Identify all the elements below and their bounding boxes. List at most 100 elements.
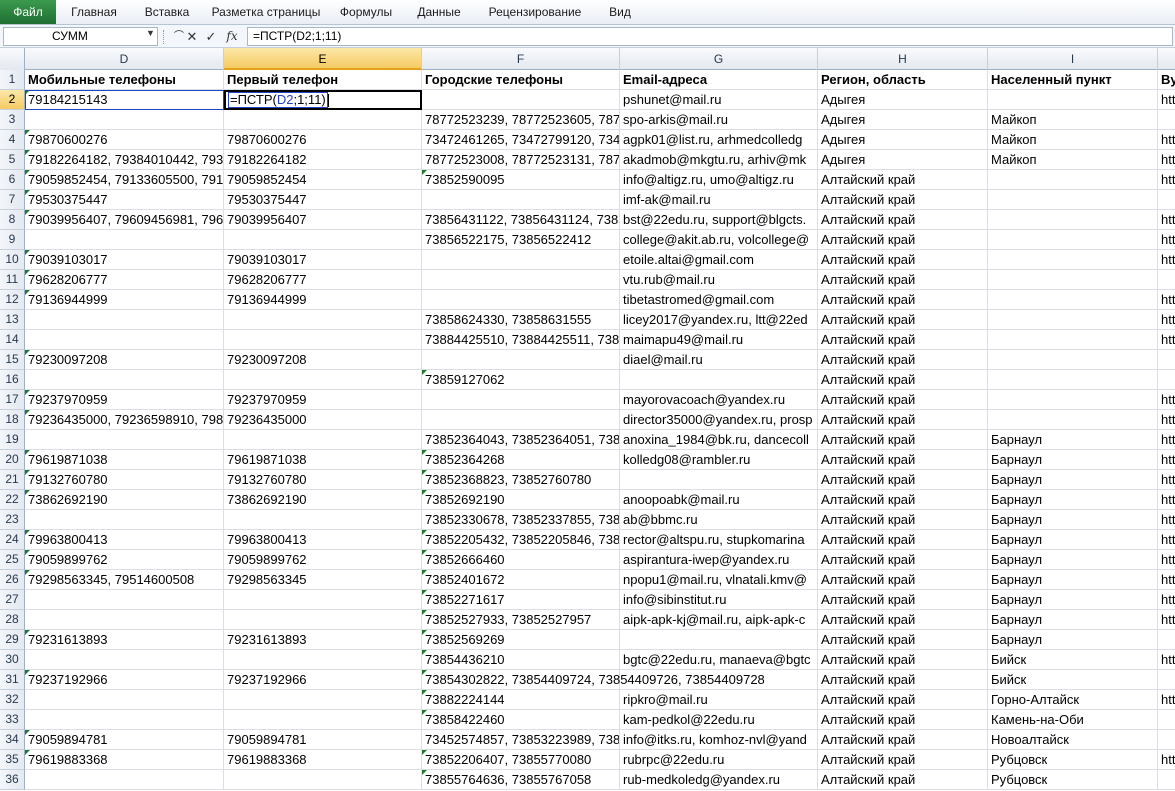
cell-g30[interactable]: bgtc@22edu.ru, manaeva@bgtc bbox=[620, 650, 818, 670]
cell-d27[interactable] bbox=[25, 590, 224, 610]
cell-j35[interactable]: htt bbox=[1158, 750, 1175, 770]
cell-d32[interactable] bbox=[25, 690, 224, 710]
cell-j5[interactable]: htt bbox=[1158, 150, 1175, 170]
tab-ribbon-2[interactable]: Вставка bbox=[132, 0, 202, 24]
cell-d33[interactable] bbox=[25, 710, 224, 730]
cell-i7[interactable] bbox=[988, 190, 1158, 210]
cell-g34[interactable]: info@itks.ru, komhoz-nvl@yand bbox=[620, 730, 818, 750]
row-header[interactable]: 31 bbox=[0, 670, 25, 690]
cell-h4[interactable]: Адыгея bbox=[818, 130, 988, 150]
cell-g25[interactable]: aspirantura-iwep@yandex.ru bbox=[620, 550, 818, 570]
cell-e21[interactable]: 79132760780 bbox=[224, 470, 422, 490]
cell-g19[interactable]: anoxina_1984@bk.ru, dancecoll bbox=[620, 430, 818, 450]
cell-i22[interactable]: Барнаул bbox=[988, 490, 1158, 510]
cell-j24[interactable]: htt bbox=[1158, 530, 1175, 550]
row-header[interactable]: 21 bbox=[0, 470, 25, 490]
cell-h6[interactable]: Алтайский край bbox=[818, 170, 988, 190]
column-header-i[interactable]: I bbox=[988, 48, 1158, 70]
cell-h22[interactable]: Алтайский край bbox=[818, 490, 988, 510]
cell-d7[interactable]: 79530375447 bbox=[25, 190, 224, 210]
cell-f19[interactable]: 73852364043, 73852364051, 7385 bbox=[422, 430, 620, 450]
cell-g27[interactable]: info@sibinstitut.ru bbox=[620, 590, 818, 610]
cell-d4[interactable]: 79870600276 bbox=[25, 130, 224, 150]
cell-f3[interactable]: 78772523239, 78772523605, 7877 bbox=[422, 110, 620, 130]
cell-i18[interactable] bbox=[988, 410, 1158, 430]
cell-e5[interactable]: 79182264182 bbox=[224, 150, 422, 170]
cell-g2[interactable]: pshunet@mail.ru bbox=[620, 90, 818, 110]
cell-i35[interactable]: Рубцовск bbox=[988, 750, 1158, 770]
cell-h16[interactable]: Алтайский край bbox=[818, 370, 988, 390]
cell-h3[interactable]: Адыгея bbox=[818, 110, 988, 130]
tab-ribbon-7[interactable]: Вид bbox=[594, 0, 646, 24]
cell-f13[interactable]: 73858624330, 73858631555 bbox=[422, 310, 620, 330]
cell-i32[interactable]: Горно-Алтайск bbox=[988, 690, 1158, 710]
cell-i2[interactable] bbox=[988, 90, 1158, 110]
cell-g15[interactable]: diael@mail.ru bbox=[620, 350, 818, 370]
cell-d35[interactable]: 79619883368 bbox=[25, 750, 224, 770]
cell-d24[interactable]: 79963800413 bbox=[25, 530, 224, 550]
cell-h23[interactable]: Алтайский край bbox=[818, 510, 988, 530]
cell-h18[interactable]: Алтайский край bbox=[818, 410, 988, 430]
cell-h19[interactable]: Алтайский край bbox=[818, 430, 988, 450]
row-header[interactable]: 27 bbox=[0, 590, 25, 610]
cell-d6[interactable]: 79059852454, 79133605500, 7913 bbox=[25, 170, 224, 190]
cell-f9[interactable]: 73856522175, 73856522412 bbox=[422, 230, 620, 250]
cell-i26[interactable]: Барнаул bbox=[988, 570, 1158, 590]
row-header[interactable]: 15 bbox=[0, 350, 25, 370]
cell-h36[interactable]: Алтайский край bbox=[818, 770, 988, 790]
cell-f1[interactable]: Городские телефоны bbox=[422, 70, 620, 90]
cell-f6[interactable]: 73852590095 bbox=[422, 170, 620, 190]
cell-g28[interactable]: aipk-apk-kj@mail.ru, aipk-apk-c bbox=[620, 610, 818, 630]
tab-file[interactable]: Файл bbox=[0, 0, 56, 24]
cell-g22[interactable]: anoopoabk@mail.ru bbox=[620, 490, 818, 510]
cell-e31[interactable]: 79237192966 bbox=[224, 670, 422, 690]
cell-j30[interactable]: htt bbox=[1158, 650, 1175, 670]
cell-d29[interactable]: 79231613893 bbox=[25, 630, 224, 650]
cell-e33[interactable] bbox=[224, 710, 422, 730]
cell-e34[interactable]: 79059894781 bbox=[224, 730, 422, 750]
row-header[interactable]: 10 bbox=[0, 250, 25, 270]
cell-i15[interactable] bbox=[988, 350, 1158, 370]
cell-f8[interactable]: 73856431122, 73856431124, 7385 bbox=[422, 210, 620, 230]
row-header[interactable]: 19 bbox=[0, 430, 25, 450]
cell-h15[interactable]: Алтайский край bbox=[818, 350, 988, 370]
cell-e6[interactable]: 79059852454 bbox=[224, 170, 422, 190]
column-header-j[interactable] bbox=[1158, 48, 1175, 70]
cell-h20[interactable]: Алтайский край bbox=[818, 450, 988, 470]
enter-icon[interactable]: ✓ bbox=[202, 28, 220, 45]
cell-e29[interactable]: 79231613893 bbox=[224, 630, 422, 650]
cell-g32[interactable]: ripkro@mail.ru bbox=[620, 690, 818, 710]
cell-e25[interactable]: 79059899762 bbox=[224, 550, 422, 570]
cell-d12[interactable]: 79136944999 bbox=[25, 290, 224, 310]
cell-e9[interactable] bbox=[224, 230, 422, 250]
cell-j6[interactable]: htt bbox=[1158, 170, 1175, 190]
cell-h13[interactable]: Алтайский край bbox=[818, 310, 988, 330]
select-all-corner[interactable] bbox=[0, 48, 25, 70]
row-header[interactable]: 28 bbox=[0, 610, 25, 630]
cell-d11[interactable]: 79628206777 bbox=[25, 270, 224, 290]
cell-j17[interactable]: htt bbox=[1158, 390, 1175, 410]
row-header[interactable]: 11 bbox=[0, 270, 25, 290]
cell-f4[interactable]: 73472461265, 73472799120, 7347 bbox=[422, 130, 620, 150]
cell-e32[interactable] bbox=[224, 690, 422, 710]
cell-e2-editing[interactable]: =ПСТР(D2;1;11) bbox=[224, 90, 422, 110]
cell-f21[interactable]: 73852368823, 73852760780 bbox=[422, 470, 620, 490]
cell-j8[interactable]: htt bbox=[1158, 210, 1175, 230]
cell-j4[interactable]: htt bbox=[1158, 130, 1175, 150]
cell-f15[interactable] bbox=[422, 350, 620, 370]
cell-g4[interactable]: agpk01@list.ru, arhmedcolledg bbox=[620, 130, 818, 150]
cell-i24[interactable]: Барнаул bbox=[988, 530, 1158, 550]
cell-i8[interactable] bbox=[988, 210, 1158, 230]
cancel-icon[interactable]: ✕ bbox=[183, 28, 201, 45]
row-header[interactable]: 34 bbox=[0, 730, 25, 750]
row-header[interactable]: 20 bbox=[0, 450, 25, 470]
cell-h1[interactable]: Регион, область bbox=[818, 70, 988, 90]
cell-h5[interactable]: Адыгея bbox=[818, 150, 988, 170]
cell-g11[interactable]: vtu.rub@mail.ru bbox=[620, 270, 818, 290]
cell-h32[interactable]: Алтайский край bbox=[818, 690, 988, 710]
cell-e27[interactable] bbox=[224, 590, 422, 610]
cell-j28[interactable]: htt bbox=[1158, 610, 1175, 630]
cell-h12[interactable]: Алтайский край bbox=[818, 290, 988, 310]
cell-h21[interactable]: Алтайский край bbox=[818, 470, 988, 490]
cell-i10[interactable] bbox=[988, 250, 1158, 270]
